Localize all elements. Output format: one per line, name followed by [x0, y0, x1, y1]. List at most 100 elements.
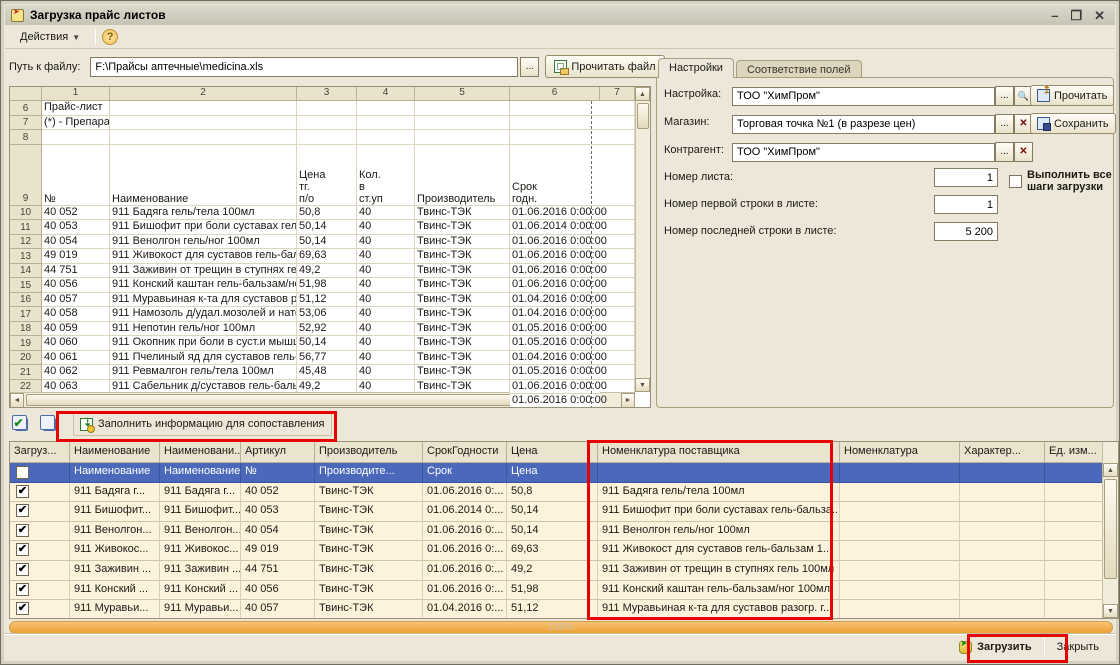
mapping-cell[interactable]: Твинс-ТЭК: [315, 541, 423, 561]
title-bar[interactable]: Загрузка прайс листов – ❐ ✕: [5, 5, 1115, 25]
sheet-row-number[interactable]: 7: [10, 116, 42, 131]
tab-settings[interactable]: Настройки: [658, 58, 734, 78]
mapping-cell[interactable]: 911 Бадяга гель/тела 100мл: [598, 483, 840, 503]
mapping-cell[interactable]: 911 Муравьи...: [70, 600, 160, 619]
mapping-column-header[interactable]: Артикул: [241, 442, 315, 463]
scroll-left-icon[interactable]: ◄: [10, 393, 24, 408]
sheet-column-header[interactable]: 7: [600, 87, 635, 101]
sheet-cell[interactable]: Твинс-ТЭК: [415, 307, 510, 322]
sheet-column-header[interactable]: 2: [110, 87, 297, 101]
mapping-data-row[interactable]: ✔911 Бишофит...911 Бишофит...40 053Твинс…: [10, 502, 1118, 522]
mapping-cell[interactable]: Наименование: [160, 463, 241, 483]
sheet-cell[interactable]: [357, 101, 415, 116]
mapping-cell[interactable]: ✔: [10, 541, 70, 561]
mapping-assignment-row[interactable]: НаименованиеНаименование№Производите...С…: [10, 463, 1118, 483]
sheet-cell[interactable]: 911 Непотин гель/ног 100мл: [110, 322, 297, 337]
sheet-cell[interactable]: [415, 116, 510, 131]
maximize-button[interactable]: ❐: [1070, 9, 1082, 22]
mapping-column-header[interactable]: Производитель: [315, 442, 423, 463]
mapping-column-header[interactable]: Цена: [507, 442, 598, 463]
mapping-cell[interactable]: [1045, 522, 1104, 542]
sheet-cell[interactable]: Твинс-ТЭК: [415, 264, 510, 279]
sheet-cell[interactable]: Прайс-лист: [42, 101, 110, 116]
sheet-cell[interactable]: [415, 130, 510, 145]
sheet-cell[interactable]: 50,14: [297, 336, 357, 351]
mapping-cell[interactable]: Твинс-ТЭК: [315, 522, 423, 542]
sheet-row-number[interactable]: 6: [10, 101, 42, 116]
sheet-cell[interactable]: 40 057: [42, 293, 110, 308]
mapping-cell[interactable]: 911 Конский ...: [160, 581, 241, 601]
sheet-cell[interactable]: Твинс-ТЭК: [415, 235, 510, 250]
vertical-scroll-thumb[interactable]: [1104, 479, 1117, 579]
save-settings-button[interactable]: Сохранить: [1030, 113, 1116, 134]
mapping-cell[interactable]: [598, 463, 840, 483]
mapping-cell[interactable]: 50,14: [507, 502, 598, 522]
mapping-cell[interactable]: ✔: [10, 483, 70, 503]
mapping-cell[interactable]: 50,14: [507, 522, 598, 542]
mapping-cell[interactable]: 50,8: [507, 483, 598, 503]
mapping-column-header[interactable]: Характер...: [960, 442, 1045, 463]
mapping-cell[interactable]: 911 Венолгон...: [70, 522, 160, 542]
mapping-cell[interactable]: 01.06.2016 0:...: [423, 581, 507, 601]
mapping-cell[interactable]: 911 Бадяга г...: [160, 483, 241, 503]
sheet-cell[interactable]: 40: [357, 293, 415, 308]
run-all-steps-checkbox[interactable]: [1009, 175, 1022, 188]
mapping-column-header[interactable]: Наименование: [70, 442, 160, 463]
sheet-cell[interactable]: 50,8: [297, 206, 357, 221]
contractor-browse-button[interactable]: ...: [995, 142, 1014, 162]
check-all-button[interactable]: [9, 412, 33, 436]
sheet-cell[interactable]: 01.06.2014 0:00:00: [510, 220, 600, 235]
mapping-cell[interactable]: [840, 561, 960, 581]
mapping-cell[interactable]: [840, 541, 960, 561]
mapping-cell[interactable]: 911 Венолгон...: [160, 522, 241, 542]
sheet-cell[interactable]: 40: [357, 249, 415, 264]
sheet-cell[interactable]: [297, 101, 357, 116]
sheet-row-number[interactable]: 16: [10, 293, 42, 308]
mapping-cell[interactable]: 51,98: [507, 581, 598, 601]
sheet-cell[interactable]: 01.04.2016 0:00:00: [510, 293, 600, 308]
mapping-cell[interactable]: Твинс-ТЭК: [315, 581, 423, 601]
mapping-cell[interactable]: 911 Бишофит...: [160, 502, 241, 522]
setting-input[interactable]: [732, 87, 995, 106]
sheet-cell[interactable]: Твинс-ТЭК: [415, 206, 510, 221]
sheet-cell[interactable]: 911 Окопник при боли в суст.и мышца: [110, 336, 297, 351]
mapping-cell[interactable]: 01.04.2016 0:...: [423, 600, 507, 619]
mapping-cell[interactable]: 01.06.2016 0:...: [423, 561, 507, 581]
mapping-cell[interactable]: [840, 502, 960, 522]
sheet-cell[interactable]: 40: [357, 220, 415, 235]
sheet-cell[interactable]: 01.06.2016 0:00:00: [510, 278, 600, 293]
sheet-cell[interactable]: [600, 145, 635, 206]
scroll-up-icon[interactable]: ▲: [635, 87, 650, 101]
mapping-cell[interactable]: [840, 581, 960, 601]
sheet-cell[interactable]: Цена тг. п/о: [297, 145, 357, 206]
sheet-row-number[interactable]: 8: [10, 130, 42, 145]
sheet-cell[interactable]: Твинс-ТЭК: [415, 336, 510, 351]
load-button[interactable]: Загрузить: [951, 638, 1040, 657]
sheet-cell[interactable]: [510, 101, 600, 116]
sheet-cell[interactable]: 51,98: [297, 278, 357, 293]
sheet-cell[interactable]: 40 059: [42, 322, 110, 337]
sheet-cell[interactable]: 40: [357, 264, 415, 279]
mapping-cell[interactable]: 69,63: [507, 541, 598, 561]
sheet-cell[interactable]: 53,06: [297, 307, 357, 322]
sheet-cell[interactable]: 01.06.2016 0:00:00: [510, 380, 600, 395]
minimize-button[interactable]: –: [1051, 9, 1058, 22]
mapping-cell[interactable]: [1045, 541, 1104, 561]
sheet-cell[interactable]: (*) - Препара: [42, 116, 110, 131]
sheet-cell[interactable]: 45,48: [297, 365, 357, 380]
mapping-cell[interactable]: 40 053: [241, 502, 315, 522]
read-file-button[interactable]: Прочитать файл: [545, 55, 664, 78]
sheet-column-header[interactable]: 4: [357, 87, 415, 101]
sheet-cell[interactable]: 56,77: [297, 351, 357, 366]
sheet-cell[interactable]: 40 060: [42, 336, 110, 351]
row-checkbox-checked[interactable]: ✔: [16, 504, 29, 517]
file-path-input[interactable]: [90, 57, 518, 77]
row-checkbox[interactable]: [16, 466, 29, 479]
mapping-data-row[interactable]: ✔911 Заживин ...911 Заживин ...44 751Тви…: [10, 561, 1118, 581]
sheet-cell[interactable]: 911 Муравьиная к-та для суставов ра: [110, 293, 297, 308]
sheet-cell[interactable]: 01.06.2016 0:00:00: [510, 206, 600, 221]
help-button[interactable]: ?: [102, 29, 118, 45]
mapping-cell[interactable]: 40 054: [241, 522, 315, 542]
mapping-column-header[interactable]: Номенклатура: [840, 442, 960, 463]
actions-menu[interactable]: Действия▼: [11, 27, 89, 47]
